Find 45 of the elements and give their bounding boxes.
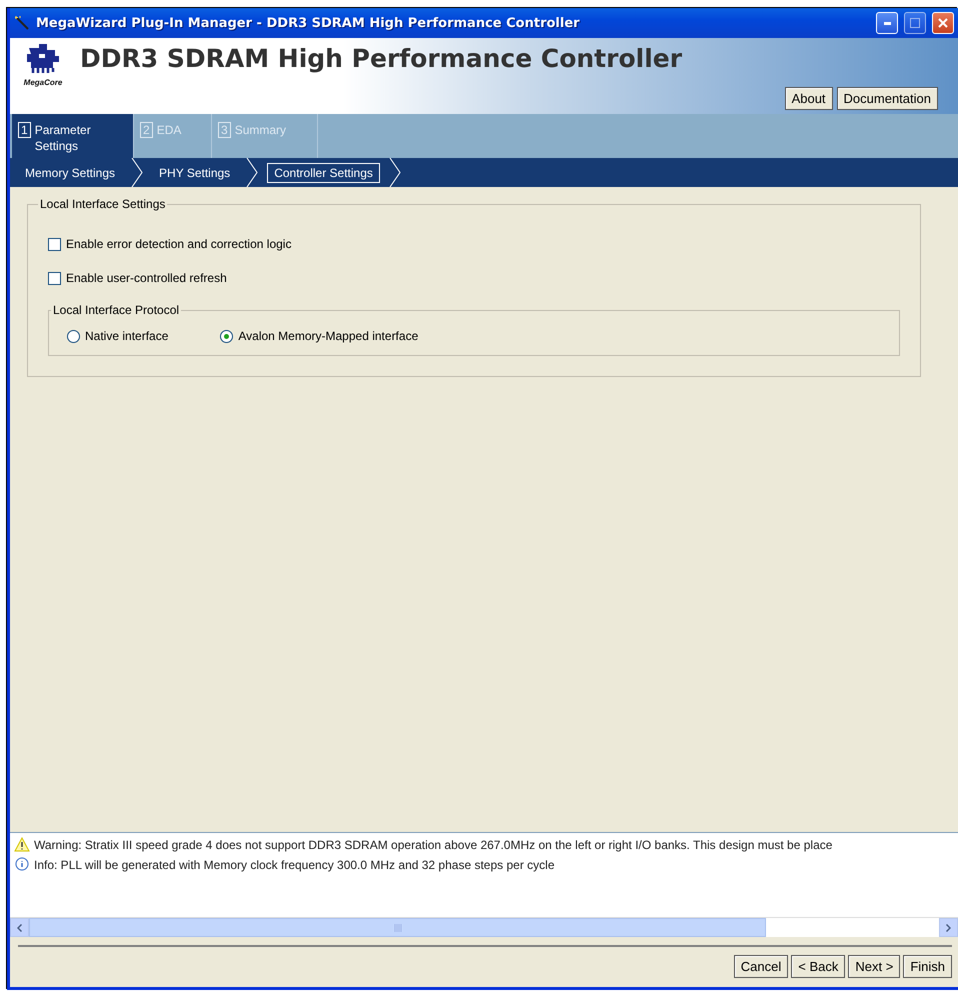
radio-label: Native interface bbox=[85, 329, 168, 343]
step-link[interactable]: PHY Settings bbox=[152, 162, 238, 182]
group-title: Local Interface Settings bbox=[39, 197, 166, 211]
close-button[interactable] bbox=[932, 12, 954, 34]
header-title: DDR3 SDRAM High Performance Controller bbox=[80, 44, 684, 75]
step-link[interactable]: Memory Settings bbox=[18, 162, 122, 182]
header-button[interactable]: About bbox=[784, 87, 833, 110]
tab-label: EDA bbox=[156, 122, 182, 138]
checkbox[interactable] bbox=[48, 238, 61, 250]
message-text: Warning: Stratix III speed grade 4 does not support DDR3 SDRAM operation above 267.0MHz on the left or right I/O banks. This design must be place bbox=[34, 838, 832, 852]
window-title: MegaWizard Plug-In Manager - DDR3 SDRAM High Performance Controller bbox=[36, 16, 581, 30]
group-title: Local Interface Protocol bbox=[52, 303, 180, 317]
minimize-button[interactable] bbox=[876, 12, 898, 34]
minimize-icon bbox=[884, 22, 890, 24]
checkbox[interactable] bbox=[48, 272, 61, 284]
wizard-tab[interactable]: 1 Parameter Settings bbox=[12, 114, 134, 158]
radio-button[interactable] bbox=[67, 330, 80, 342]
grip-icon bbox=[394, 924, 402, 932]
wizard-button[interactable]: Next > bbox=[848, 955, 900, 978]
chevron-icon bbox=[246, 158, 258, 187]
info-icon bbox=[14, 857, 30, 872]
tab-label: Summary bbox=[234, 122, 286, 138]
tab-label: Parameter Settings bbox=[34, 122, 92, 154]
tab-number: 1 bbox=[18, 122, 31, 138]
tab-number: 2 bbox=[140, 122, 153, 138]
checkbox-label: Enable user-controlled refresh bbox=[66, 271, 227, 285]
message-text: Info: PLL will be generated with Memory clock frequency 300.0 MHz and 32 phase steps per cycle bbox=[34, 858, 554, 872]
wizard-button[interactable]: Finish bbox=[903, 955, 952, 978]
tab-number: 3 bbox=[218, 122, 231, 138]
wand-icon bbox=[14, 15, 30, 31]
wizard-button[interactable]: Cancel bbox=[734, 955, 788, 978]
close-icon bbox=[938, 18, 948, 28]
step-link[interactable]: Controller Settings bbox=[267, 162, 380, 182]
warning-icon bbox=[14, 837, 30, 852]
chevron-icon bbox=[131, 158, 144, 187]
header-button[interactable]: Documentation bbox=[836, 87, 938, 110]
radio-button[interactable] bbox=[220, 330, 234, 342]
checkbox-label: Enable error detection and correction logic bbox=[66, 237, 292, 251]
chevron-icon bbox=[388, 158, 401, 187]
wizard-button[interactable]: < Back bbox=[791, 955, 846, 978]
logo-icon bbox=[25, 44, 61, 74]
logo-caption: MegaCore bbox=[24, 78, 62, 87]
radio-label: Avalon Memory-Mapped interface bbox=[238, 329, 418, 343]
maximize-button[interactable] bbox=[904, 12, 926, 34]
maximize-icon bbox=[910, 18, 920, 28]
